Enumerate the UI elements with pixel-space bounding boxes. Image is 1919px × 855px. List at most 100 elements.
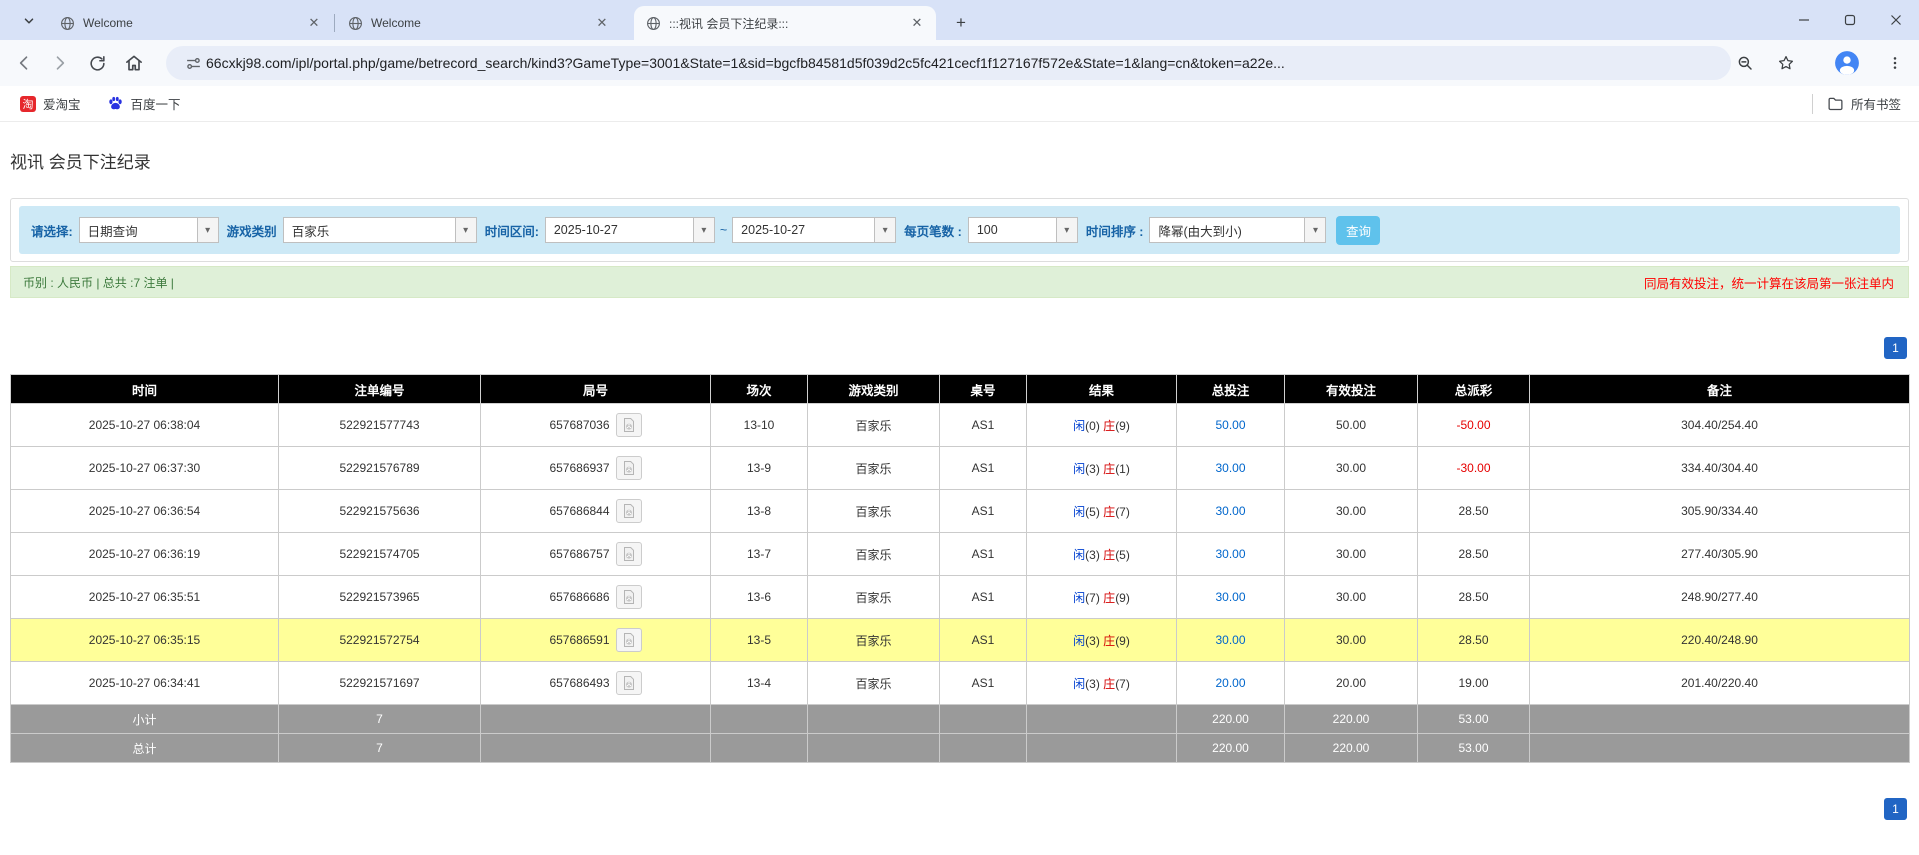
date-tilde: ~ [720,223,727,237]
forward-icon [50,53,70,73]
video-replay-button[interactable] [616,542,642,566]
dropdown-arrow-icon[interactable]: ▾ [1056,217,1078,243]
reload-icon [88,54,107,73]
cell-game-type: 百家乐 [808,533,940,576]
table-row: 2025-10-27 06:35:51522921573965657686686… [11,576,1910,619]
cell-bet-id: 522921576789 [279,447,481,490]
cell-payout: 28.50 [1418,576,1530,619]
tab-welcome-1[interactable]: Welcome ✕ [48,6,333,40]
cell-session: 13-6 [711,576,808,619]
back-button[interactable] [8,47,40,79]
cell-result: 闲(3) 庄(1) [1027,447,1177,490]
dropdown-arrow-icon[interactable]: ▾ [874,217,896,243]
cell-session: 13-10 [711,404,808,447]
dropdown-arrow-icon[interactable]: ▾ [197,217,219,243]
bookmark-star-button[interactable] [1772,49,1800,77]
date-to-input[interactable] [732,217,874,243]
globe-icon [646,16,661,31]
video-replay-icon [621,675,637,691]
video-replay-button[interactable] [616,671,642,695]
bookmarks-separator [1812,94,1813,114]
cell-remark: 334.40/304.40 [1530,447,1910,490]
video-replay-button[interactable] [616,456,642,480]
site-settings-button[interactable] [180,50,206,76]
time-sort-input[interactable] [1149,217,1304,243]
cell-table-no: AS1 [940,404,1027,447]
bookmark-baidu[interactable]: 百度一下 [101,90,187,117]
minimize-icon [1798,14,1810,26]
reload-button[interactable] [81,47,113,79]
subtotal-row: 小计7220.00220.0053.00 [11,705,1910,734]
cell-session: 13-7 [711,533,808,576]
maximize-button[interactable] [1827,0,1873,40]
cell-result: 闲(3) 庄(5) [1027,533,1177,576]
game-type-combobox: ▾ [283,217,477,243]
cell-game-type: 百家乐 [808,490,940,533]
minimize-button[interactable] [1781,0,1827,40]
column-header: 备注 [1530,375,1910,404]
forward-button[interactable] [44,47,76,79]
sum-label: 小计 [11,705,279,734]
video-replay-icon [621,632,637,648]
tab-search-button[interactable] [16,9,42,35]
cell-total-bet[interactable]: 30.00 [1177,490,1285,533]
home-button[interactable] [118,47,150,79]
back-icon [14,53,34,73]
tab-title: Welcome [83,16,297,30]
cell-result: 闲(5) 庄(7) [1027,490,1177,533]
dropdown-arrow-icon[interactable]: ▾ [1304,217,1326,243]
dropdown-arrow-icon[interactable]: ▾ [455,217,477,243]
date-from-input[interactable] [545,217,693,243]
page-size-input[interactable] [968,217,1056,243]
profile-avatar-button[interactable] [1833,49,1861,77]
browser-menu-button[interactable] [1881,49,1909,77]
pagination-page-1-top[interactable]: 1 [1884,337,1907,359]
search-button[interactable]: 查询 [1336,216,1380,245]
video-replay-button[interactable] [616,585,642,609]
tab-title: Welcome [371,16,585,30]
cell-total-bet[interactable]: 30.00 [1177,576,1285,619]
table-row: 2025-10-27 06:36:54522921575636657686844… [11,490,1910,533]
cell-valid-bet: 30.00 [1285,490,1418,533]
new-tab-button[interactable]: + [948,10,974,36]
dropdown-arrow-icon[interactable]: ▾ [693,217,715,243]
tab-close-icon[interactable]: ✕ [593,14,611,32]
all-bookmarks-button[interactable]: 所有书签 [1821,90,1907,117]
query-type-input[interactable] [79,217,197,243]
column-header: 时间 [11,375,279,404]
cell-total-bet[interactable]: 30.00 [1177,619,1285,662]
time-sort-combobox: ▾ [1149,217,1326,243]
cell-game-type: 百家乐 [808,404,940,447]
tab-close-icon[interactable]: ✕ [908,14,926,32]
video-replay-button[interactable] [616,499,642,523]
bookmark-aitaobao[interactable]: 淘 爱淘宝 [14,90,87,117]
all-bookmarks-label: 所有书签 [1851,94,1901,113]
close-window-button[interactable] [1873,0,1919,40]
tab-betrecord-active[interactable]: :::视讯 会员下注纪录::: ✕ [634,6,936,40]
zoom-icon [1736,54,1754,72]
zoom-indicator-button[interactable] [1731,49,1759,77]
video-replay-icon [621,417,637,433]
address-bar[interactable]: 66cxkj98.com/ipl/portal.php/game/betreco… [166,46,1731,80]
table-row: 2025-10-27 06:37:30522921576789657686937… [11,447,1910,490]
tab-close-icon[interactable]: ✕ [305,14,323,32]
baidu-paw-icon [107,95,124,112]
bookmark-label: 百度一下 [131,94,181,113]
tab-title: :::视讯 会员下注纪录::: [669,15,900,32]
table-row: 2025-10-27 06:36:19522921574705657686757… [11,533,1910,576]
cell-total-bet[interactable]: 30.00 [1177,533,1285,576]
tab-strip: Welcome ✕ Welcome ✕ :::视讯 会员下注纪录::: ✕ + [0,0,1919,40]
pagination-page-1-bottom[interactable]: 1 [1884,798,1907,820]
page-size-label: 每页笔数 : [904,221,962,240]
cell-total-bet[interactable]: 20.00 [1177,662,1285,705]
video-replay-button[interactable] [616,413,642,437]
game-type-input[interactable] [283,217,455,243]
cell-total-bet[interactable]: 50.00 [1177,404,1285,447]
cell-bet-id: 522921577743 [279,404,481,447]
tab-welcome-2[interactable]: Welcome ✕ [336,6,621,40]
video-replay-button[interactable] [616,628,642,652]
cell-bet-id: 522921571697 [279,662,481,705]
chevron-down-icon [22,14,36,28]
bet-record-table: 时间注单编号局号场次游戏类别桌号结果总投注有效投注总派彩备注 2025-10-2… [10,374,1910,763]
cell-total-bet[interactable]: 30.00 [1177,447,1285,490]
